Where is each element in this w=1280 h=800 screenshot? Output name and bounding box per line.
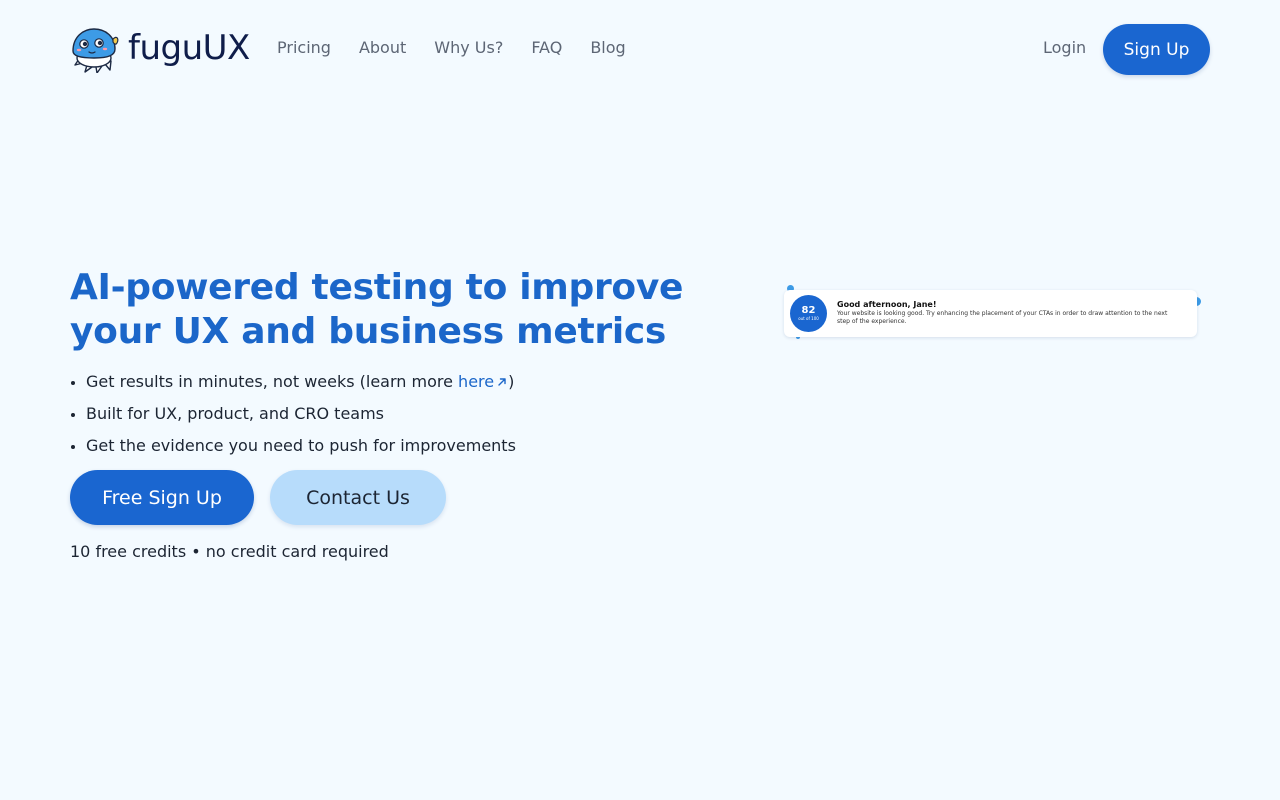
- nav-link-blog[interactable]: Blog: [590, 37, 625, 59]
- nav-link-pricing[interactable]: Pricing: [277, 37, 331, 59]
- external-arrow-icon: [498, 378, 506, 386]
- hero-title: AI-powered testing to improve your UX an…: [70, 267, 684, 352]
- pufferfish-icon: [72, 28, 119, 73]
- score-badge: 82 out of 100: [790, 295, 827, 332]
- site-header: fuguUX Pricing About Why Us? FAQ Blog Lo…: [0, 0, 1280, 98]
- login-link[interactable]: Login: [1043, 37, 1086, 59]
- feature-list: Get results in minutes, not weeks (learn…: [70, 366, 516, 462]
- contact-us-button[interactable]: Contact Us: [270, 470, 446, 525]
- learn-more-link-text: here: [458, 372, 495, 391]
- score-value: 82: [801, 304, 816, 316]
- feature-text-suffix: ): [508, 372, 515, 391]
- learn-more-link[interactable]: here: [458, 372, 508, 391]
- greeting-text: Good afternoon, Jane!: [837, 300, 937, 309]
- score-card: 82 out of 100 Good afternoon, Jane! Your…: [784, 290, 1197, 337]
- score-message: Your website is looking good. Try enhanc…: [837, 310, 1168, 325]
- nav-link-faq[interactable]: FAQ: [531, 37, 562, 59]
- free-credits-note: 10 free credits • no credit card require…: [70, 542, 389, 561]
- free-sign-up-button[interactable]: Free Sign Up: [70, 470, 254, 525]
- nav-link-why-us[interactable]: Why Us?: [434, 37, 503, 59]
- score-sub: out of 100: [798, 315, 819, 321]
- score-preview: 82 out of 100 Good afternoon, Jane! Your…: [784, 284, 1204, 344]
- feature-text: Get results in minutes, not weeks (learn…: [86, 372, 459, 391]
- feature-item: Built for UX, product, and CRO teams: [86, 398, 516, 430]
- sign-up-button[interactable]: Sign Up: [1103, 24, 1210, 75]
- brand-name: fuguUX: [128, 28, 250, 68]
- nav-link-about[interactable]: About: [359, 37, 406, 59]
- main-nav: Pricing About Why Us? FAQ Blog: [277, 37, 654, 59]
- logo-link[interactable]: fuguUX: [69, 25, 250, 73]
- feature-item: Get the evidence you need to push for im…: [86, 430, 516, 462]
- feature-item: Get results in minutes, not weeks (learn…: [86, 366, 516, 398]
